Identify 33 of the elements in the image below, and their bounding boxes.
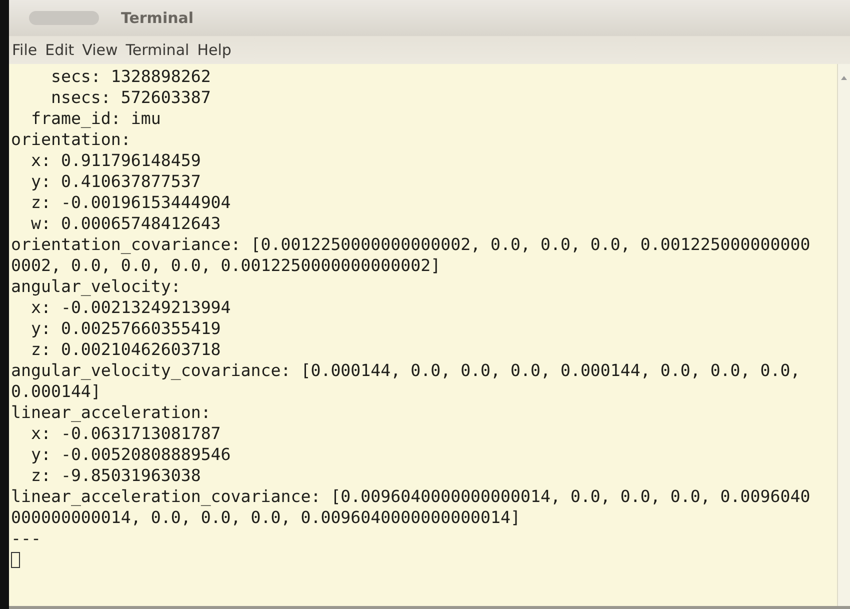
scrollbar[interactable]: [837, 64, 850, 606]
terminal-line: x: -0.0631713081787: [30, 423, 222, 444]
terminal-line: linear_acceleration_covariance: [0.0096040000000000014, 0.0, 0.0, 0.0, 0.0096040: [11, 486, 812, 507]
terminal-line: y: 0.00257660355419: [30, 318, 222, 339]
terminal-line: 000000000014, 0.0, 0.0, 0.0, 0.0096040000000000014]: [11, 507, 522, 528]
terminal-line: z: -9.85031963038: [30, 465, 202, 486]
terminal-line: z: -0.00196153444904: [30, 192, 232, 213]
terminal-line: x: -0.00213249213994: [30, 297, 232, 318]
terminal-line: w: 0.00065748412643: [30, 213, 222, 234]
terminal-line: z: 0.00210462603718: [30, 339, 222, 360]
terminal-line: linear_acceleration:: [11, 402, 212, 423]
window-title: Terminal: [121, 9, 194, 27]
terminal-line: x: 0.911796148459: [30, 150, 202, 171]
cursor-icon: [11, 552, 20, 568]
menu-item[interactable]: Terminal: [126, 41, 190, 59]
terminal-line: ---: [11, 528, 42, 549]
terminal-line: y: 0.410637877537: [30, 171, 202, 192]
menu-item[interactable]: Edit: [45, 41, 74, 59]
terminal-line: 0002, 0.0, 0.0, 0.0, 0.0012250000000000002]: [11, 255, 442, 276]
terminal-line: angular_velocity:: [11, 276, 182, 297]
scroll-up-icon[interactable]: [841, 76, 847, 80]
terminal-line: y: -0.00520808889546: [30, 444, 232, 465]
terminal-line: secs: 1328898262: [50, 66, 212, 87]
menu-item[interactable]: File: [12, 41, 38, 59]
terminal-line: 0.000144]: [11, 381, 102, 402]
terminal-line: nsecs: 572603387: [50, 87, 212, 108]
terminal-area[interactable]: [9, 64, 850, 606]
terminal-line: orientation_covariance: [0.0012250000000000002, 0.0, 0.0, 0.0, 0.001225000000000: [11, 234, 812, 255]
terminal-line: frame_id: imu: [30, 108, 162, 129]
terminal-line: orientation:: [11, 129, 132, 150]
menu-item[interactable]: Help: [197, 41, 232, 59]
terminal-line: angular_velocity_covariance: [0.000144, 0.0, 0.0, 0.0, 0.000144, 0.0, 0.0, 0.0,: [11, 360, 802, 381]
menu-item[interactable]: View: [82, 41, 118, 59]
